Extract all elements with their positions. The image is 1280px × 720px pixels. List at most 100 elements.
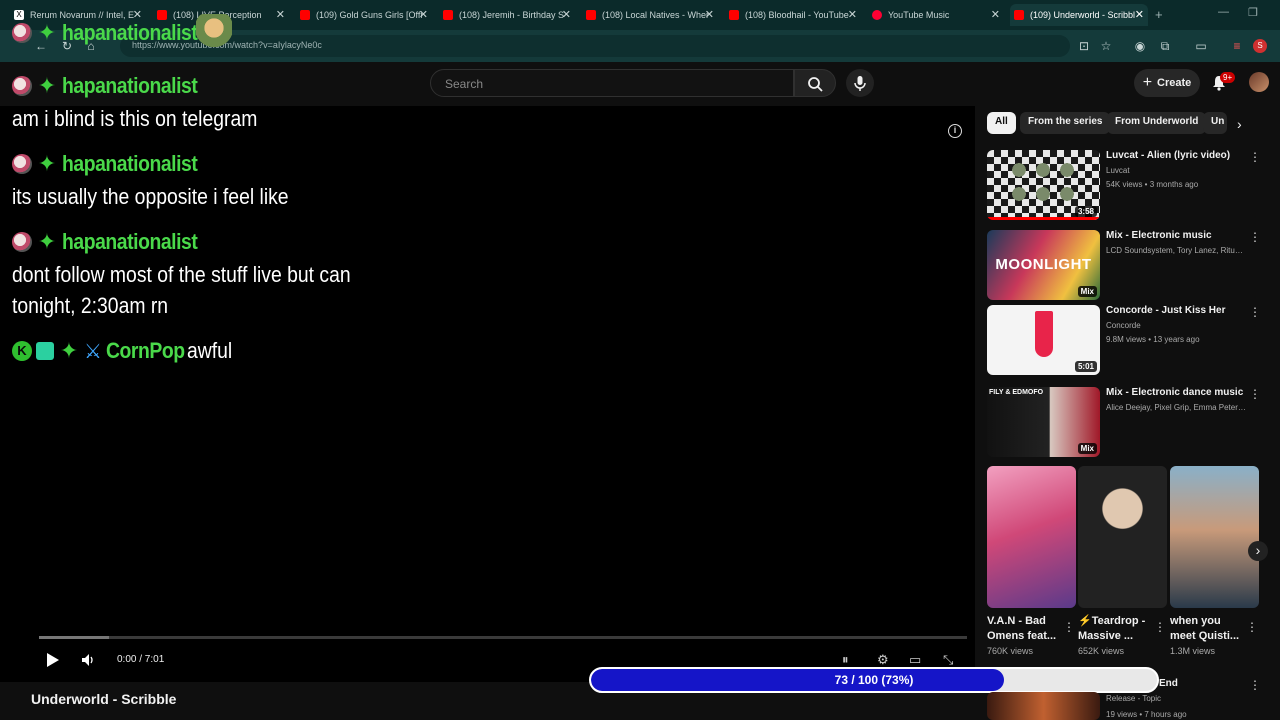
chat-message-line2: tonight, 2:30am rn	[12, 293, 169, 318]
more-options-icon[interactable]: ⋮	[1249, 150, 1261, 164]
close-tab-icon[interactable]: ✕	[562, 8, 571, 21]
tab-jeremih[interactable]: (108) Jeremih - Birthday S ✕	[443, 4, 571, 26]
shorts-next-button[interactable]: ›	[1248, 541, 1268, 561]
tab-label: (108) Jeremih - Birthday S	[459, 10, 565, 20]
more-options-icon[interactable]: ⋮	[1246, 620, 1258, 634]
close-tab-icon[interactable]: ✕	[705, 8, 714, 21]
time-display: 0:00 / 7:01	[117, 654, 165, 665]
chat-avatar	[12, 23, 32, 43]
close-tab-icon[interactable]: ✕	[419, 8, 428, 21]
install-app-icon[interactable]: ⊡	[1077, 39, 1091, 53]
youtube-icon	[157, 10, 167, 20]
video-thumbnail[interactable]	[987, 692, 1100, 720]
tab-youtube-music[interactable]: YouTube Music ✕	[872, 4, 1000, 26]
thumbnail-caption: FILY & EDMOFO	[989, 389, 1044, 396]
rec-channel: Concorde	[1106, 321, 1141, 330]
chip-more[interactable]: Un	[1203, 112, 1227, 134]
rec-meta: 9.8M views • 13 years ago	[1106, 335, 1200, 344]
tab-label: (109) Gold Guns Girls [Offi	[316, 10, 423, 20]
recommendation-item[interactable]: End Release - Topic 19 views • 7 hours a…	[987, 678, 1267, 720]
url-field[interactable]: https://www.youtube.com/watch?v=aIylacyN…	[120, 35, 1070, 57]
profile-avatar[interactable]: S	[1253, 39, 1267, 53]
extension-icon-red[interactable]: ≡	[1230, 39, 1244, 53]
more-options-icon[interactable]: ⋮	[1063, 620, 1075, 634]
chat-username: hapanationalist	[62, 151, 198, 176]
close-tab-icon[interactable]: ✕	[848, 8, 857, 21]
more-options-icon[interactable]: ⋮	[1154, 620, 1166, 634]
more-options-icon[interactable]: ⋮	[1249, 387, 1261, 401]
video-progress-bar[interactable]	[39, 636, 967, 639]
more-options-icon[interactable]: ⋮	[1249, 230, 1261, 244]
short-thumbnail[interactable]	[1078, 466, 1167, 608]
rec-channel: Alice Deejay, Pixel Grip, Emma Peters, a…	[1106, 403, 1246, 412]
gift-badge-icon	[36, 342, 54, 360]
chip-all[interactable]: All	[987, 112, 1016, 134]
chat-message: awful	[187, 338, 233, 363]
chat-name-row: ✦ hapanationalist	[12, 151, 216, 177]
short-item[interactable]: when you meet Quisti... 1.3M views ⋮	[1170, 466, 1259, 656]
close-tab-icon[interactable]: ✕	[1135, 8, 1144, 21]
tab-label: Rerum Novarum // Intel, E	[30, 10, 135, 20]
tab-label: (108) Bloodhail - YouTube	[745, 10, 849, 20]
short-title: when you meet Quisti...	[1170, 615, 1240, 642]
tab-gold-guns-girls[interactable]: (109) Gold Guns Girls [Offi ✕	[300, 4, 428, 26]
tab-underworld-scribble[interactable]: (109) Underworld - Scribbl ✕	[1010, 4, 1148, 26]
sparkle-badge-icon: ✦	[37, 20, 57, 45]
short-thumbnail[interactable]	[1170, 466, 1259, 608]
thumbnail-faces	[1007, 158, 1080, 208]
create-button[interactable]: + Create	[1134, 69, 1200, 97]
video-thumbnail[interactable]: 5:01	[987, 305, 1100, 375]
tab-bloodhail[interactable]: (108) Bloodhail - YouTube ✕	[729, 4, 857, 26]
recommendation-item[interactable]: MOONLIGHT Mix Mix - Electronic music LCD…	[987, 230, 1267, 300]
search-input[interactable]: Search	[430, 69, 794, 97]
rec-title: Luvcat - Alien (lyric video)	[1106, 150, 1231, 161]
video-thumbnail[interactable]: FILY & EDMOFO Mix	[987, 387, 1100, 457]
fullscreen-icon[interactable]: ⤡	[943, 652, 953, 668]
short-thumbnail[interactable]	[987, 466, 1076, 608]
chip-from-underworld[interactable]: From Underworld	[1107, 112, 1207, 134]
info-icon[interactable]: i	[948, 124, 962, 138]
autoplay-toggle-icon[interactable]: ⏸	[842, 652, 849, 668]
bookmark-star-icon[interactable]: ☆	[1099, 39, 1113, 53]
tab-label: YouTube Music	[888, 10, 950, 20]
voice-search-button[interactable]	[846, 69, 874, 97]
video-thumbnail[interactable]: 3:58	[987, 150, 1100, 220]
short-item[interactable]: V.A.N - Bad Omens feat... 760K views ⋮	[987, 466, 1076, 656]
chat-username: hapanationalist	[62, 229, 198, 254]
recommendation-item[interactable]: 3:58 Luvcat - Alien (lyric video) Luvcat…	[987, 150, 1267, 220]
minimize-icon[interactable]: —	[1218, 6, 1229, 18]
restore-icon[interactable]: ❐	[1248, 6, 1258, 19]
play-button[interactable]	[46, 652, 60, 673]
theater-mode-icon[interactable]: ▭	[909, 652, 921, 668]
microphone-icon	[854, 76, 866, 91]
youtube-icon	[729, 10, 739, 20]
account-avatar[interactable]	[1249, 72, 1269, 92]
more-options-icon[interactable]: ⋮	[1249, 305, 1261, 319]
close-tab-icon[interactable]: ✕	[991, 8, 1000, 21]
chevron-right-icon[interactable]: ›	[1237, 116, 1242, 132]
rec-title: Concorde - Just Kiss Her	[1106, 305, 1226, 316]
video-title: Underworld - Scribble	[31, 691, 177, 707]
chip-from-series[interactable]: From the series	[1020, 112, 1111, 134]
emote-thumbs-up-icon	[196, 14, 232, 54]
extension-icon[interactable]: ◉	[1133, 39, 1147, 53]
close-tab-icon[interactable]: ✕	[276, 8, 285, 21]
settings-gear-icon[interactable]: ⚙	[877, 652, 889, 668]
rec-title: End	[1159, 678, 1178, 689]
tab-local-natives[interactable]: (108) Local Natives - Wher ✕	[586, 4, 714, 26]
short-item[interactable]: ⚡Teardrop - Massive ... 652K views ⋮	[1078, 466, 1167, 656]
sidebar-icon[interactable]: ▭	[1194, 39, 1208, 53]
recommendation-item[interactable]: FILY & EDMOFO Mix Mix - Electronic dance…	[987, 387, 1267, 457]
thumbnail-figure	[1035, 311, 1053, 357]
puzzle-icon[interactable]: ⧉	[1158, 39, 1172, 53]
search-button[interactable]	[794, 69, 836, 97]
chat-username: hapanationalist	[62, 73, 198, 98]
chat-name-row: K ✦ ⚔ CornPop awful	[12, 338, 251, 364]
volume-button[interactable]	[80, 652, 96, 673]
short-title: ⚡Teardrop - Massive ...	[1078, 615, 1146, 642]
chat-username: hapanationalist	[62, 20, 198, 45]
video-thumbnail[interactable]: MOONLIGHT Mix	[987, 230, 1100, 300]
recommendation-item[interactable]: 5:01 Concorde - Just Kiss Her Concorde 9…	[987, 305, 1267, 375]
new-tab-icon[interactable]: +	[1155, 7, 1163, 22]
more-options-icon[interactable]: ⋮	[1249, 678, 1261, 692]
